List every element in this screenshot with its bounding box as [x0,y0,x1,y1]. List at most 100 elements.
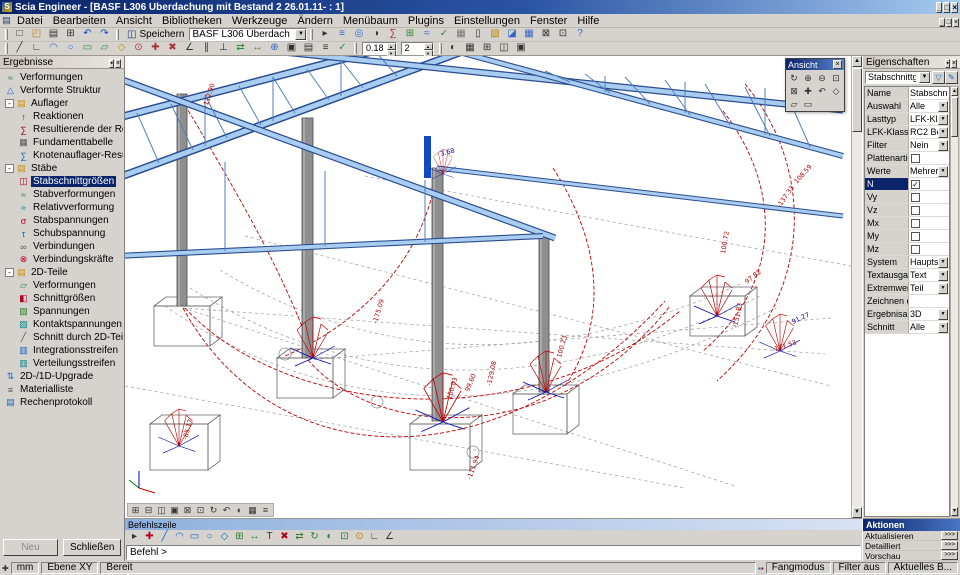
line-tool-icon[interactable]: ╱ [11,42,28,55]
property-row-vz[interactable]: Vz [865,204,949,217]
property-row-ergebnisanz[interactable]: Ergebnisanz...3D▼ [865,308,949,321]
property-label[interactable]: Mx [865,217,909,229]
scrollbar-thumb[interactable] [951,97,958,137]
pin-icon[interactable]: ▪ [945,59,949,68]
property-label[interactable]: Auswahl [865,100,909,112]
mdi-restore-button[interactable]: □ [946,18,952,27]
node-tool-icon[interactable]: ⊙ [130,42,147,55]
minimize-button[interactable]: _ [936,2,942,13]
arc-icon[interactable]: ◠ [172,531,187,544]
circle-icon[interactable]: ○ [202,531,217,544]
move-tool-icon[interactable]: ⇄ [232,42,249,55]
rotate-view-icon[interactable]: ↻ [787,71,801,84]
add-member-icon[interactable]: ✚ [147,42,164,55]
tree-item-stabschnittgrossen[interactable]: ◫Stabschnittgrößen [2,175,123,188]
polyline-tool-icon[interactable]: ∟ [28,42,45,55]
toolbar-grip[interactable] [116,29,119,40]
checkbox-unchecked-icon[interactable] [911,193,920,202]
checkbox-unchecked-icon[interactable] [911,206,920,215]
property-label[interactable]: Werte [865,165,909,177]
render-mode-icon[interactable]: ▣ [283,42,300,55]
help-icon[interactable]: ? [571,28,588,41]
grid-display-icon[interactable]: ▦ [462,42,479,55]
scroll-up-icon[interactable]: ▲ [951,87,958,96]
property-row-plattenartiger[interactable]: Plattenartiger... [865,152,949,165]
mesh-icon[interactable]: ⊞ [401,28,418,41]
spin-up-icon[interactable]: ▲ [424,43,433,50]
insert-tool-icon[interactable]: ⊕ [266,42,283,55]
checkbox-unchecked-icon[interactable] [911,154,920,163]
mdi-close-button[interactable]: × [953,18,959,27]
property-label[interactable]: Schnitt [865,321,909,333]
property-value[interactable]: Alle▼ [909,321,949,333]
property-filter-icon[interactable]: ▽ [932,71,945,84]
scale-icon[interactable]: ⊡ [337,531,352,544]
property-label[interactable]: Lasttyp [865,113,909,125]
property-value[interactable] [909,295,949,307]
results-icon[interactable]: ≈ [418,28,435,41]
print-icon[interactable]: ▤ [45,28,62,41]
scale-spinner[interactable]: 0.18 ▲▼ [362,42,397,55]
chevron-down-icon[interactable]: ▼ [938,270,948,281]
canvas-vertical-scrollbar[interactable]: ▲ ▼ [851,56,862,518]
view-list-icon[interactable]: ≡ [259,504,272,517]
chevron-down-icon[interactable]: ▼ [919,72,930,83]
open-project-icon[interactable]: ◰ [28,28,45,41]
property-label[interactable]: Ergebnisanz... [865,308,909,320]
solid-view-icon[interactable]: ◫ [155,504,168,517]
property-row-extremwerte[interactable]: ExtremwerteTeil▼ [865,282,949,295]
pin-icon[interactable]: ▪ [109,59,113,68]
property-value[interactable]: LFK-Klasse▼ [909,113,949,125]
toolbar-grip[interactable] [310,29,313,40]
zoom-all-icon[interactable]: ⊠ [787,84,801,97]
restore-button[interactable]: □ [943,2,950,13]
pan-icon[interactable]: ✚ [801,84,815,97]
property-label[interactable]: Mz [865,243,909,255]
property-row-lfk-klasse[interactable]: LFK-KlasseRC2 Bem▼ [865,126,949,139]
zoom-out-icon[interactable]: ⊖ [815,71,829,84]
grid-toggle-icon[interactable]: ▦ [246,504,259,517]
results-panel-caption[interactable]: Ergebnisse ▪× [0,56,124,69]
close-icon[interactable]: × [833,60,842,69]
menu-einstellungen[interactable]: Einstellungen [449,15,525,27]
shading-icon[interactable]: ◐ [445,42,462,55]
spin-up-icon[interactable]: ▲ [387,43,396,50]
tree-item-resultierende-der-reaktionen[interactable]: ∑Resultierende der Reaktionen [2,123,123,136]
scroll-down-icon[interactable]: ▼ [852,507,862,518]
property-value[interactable]: Text▼ [909,269,949,281]
move-icon[interactable]: ⇄ [292,531,307,544]
rect-icon[interactable]: ▭ [187,531,202,544]
property-value[interactable]: Stabschnittgr. [909,87,949,99]
tree-item-knotenauflager-resultierende[interactable]: ∑Knotenauflager-Resultierende [2,149,123,162]
property-label[interactable]: N [865,178,909,190]
property-row-werte[interactable]: WerteMehrere Ko▼ [865,165,949,178]
selection-icon[interactable]: ▸ [316,28,333,41]
property-row-name[interactable]: NameStabschnittgr. [865,87,949,100]
dimension-icon[interactable]: ↔ [247,531,262,544]
chevron-down-icon[interactable]: ▼ [938,127,948,138]
rotate-icon[interactable]: ↻ [307,531,322,544]
checkbox-unchecked-icon[interactable] [911,219,920,228]
property-value[interactable]: 3D▼ [909,308,949,320]
tree-item-reaktionen[interactable]: ↑Reaktionen [2,110,123,123]
undo-icon[interactable]: ↶ [79,28,96,41]
plate-tool-icon[interactable]: ▭ [79,42,96,55]
zoom-in-icon[interactable]: ⊕ [801,71,815,84]
section-view-icon[interactable]: ▤ [300,42,317,55]
property-label[interactable]: LFK-Klasse [865,126,909,138]
menu-werkzeuge[interactable]: Werkzeuge [227,15,292,27]
property-edit-icon[interactable]: ✎ [945,71,958,84]
document-icon[interactable]: ▯ [469,28,486,41]
mdi-minimize-button[interactable]: _ [939,18,945,27]
property-row-lasttyp[interactable]: LasttypLFK-Klasse▼ [865,113,949,126]
calculation-icon[interactable]: ∑ [384,28,401,41]
command-panel-title[interactable]: Befehlszeile [125,519,862,530]
action-execute-button[interactable]: >>> [941,541,958,550]
view-palette[interactable]: Ansicht × ↻⊕⊖⊡⊠✚↶◇▱▭ [785,58,845,112]
property-label[interactable]: Zeichnen ein... [865,295,909,307]
text-icon[interactable]: T [262,531,277,544]
circle-tool-icon[interactable]: ○ [62,42,79,55]
chevron-down-icon[interactable]: ▼ [938,309,948,320]
chevron-down-icon[interactable]: ▼ [938,322,948,333]
toolbar-grip[interactable] [354,43,357,54]
